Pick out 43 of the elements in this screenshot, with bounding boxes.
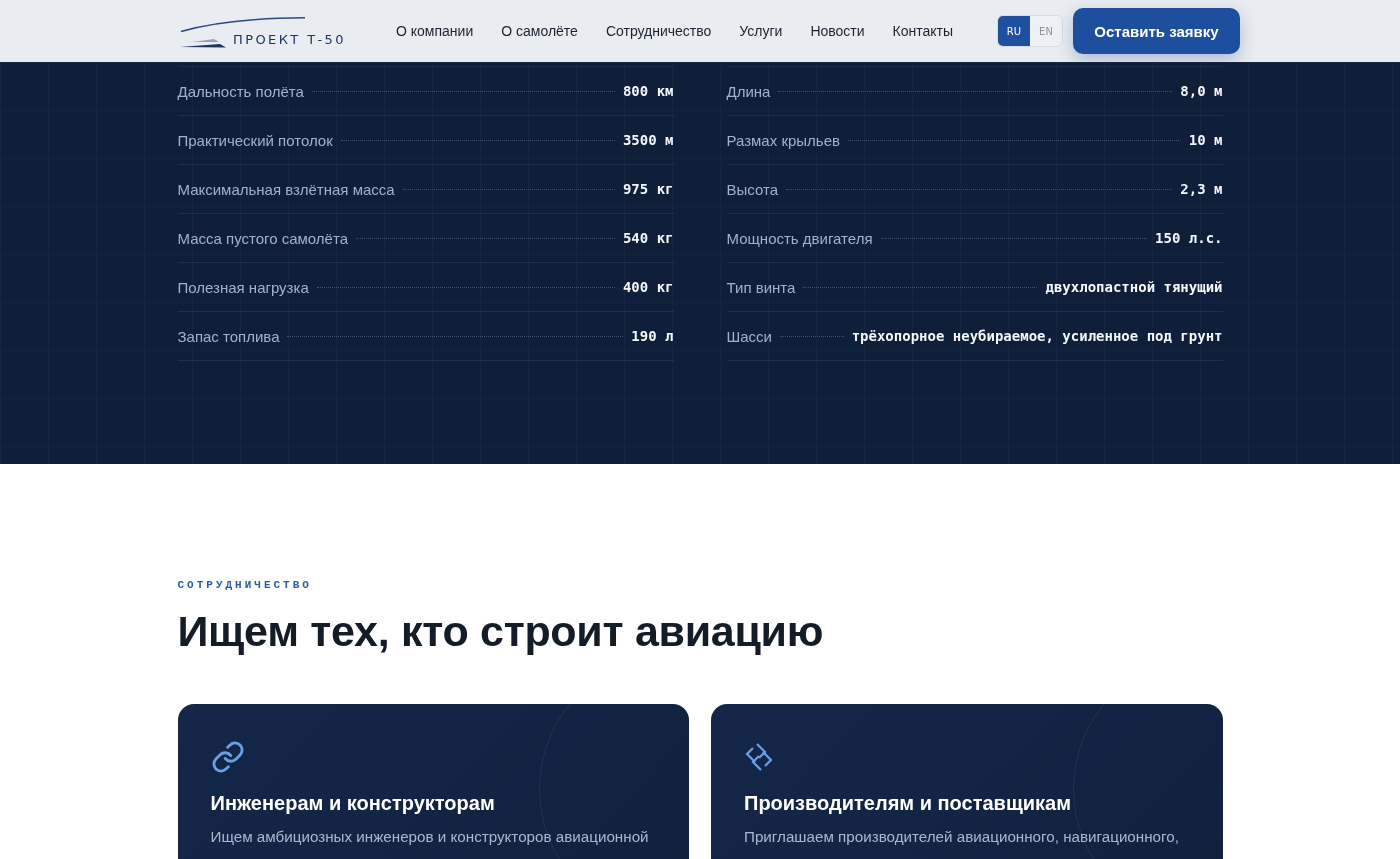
spec-label: Масса пустого самолёта (177, 229, 348, 247)
spec-value: 975 кг (622, 181, 674, 197)
spec-label: Тип винта (726, 278, 796, 296)
request-button[interactable]: Оставить заявку (1073, 8, 1240, 54)
spec-label: Размах крыльев (726, 131, 840, 149)
spec-label: Дальность полёта (177, 82, 304, 100)
spec-value: двухлопастной тянущий (1045, 279, 1223, 295)
leader-line (779, 335, 844, 337)
spec-label: Шасси (726, 327, 772, 345)
spec-value: 8,0 м (1180, 83, 1223, 99)
spec-value: 800 км (622, 83, 674, 99)
nav-link[interactable]: Сотрудничество (605, 23, 712, 39)
spec-label: Полезная нагрузка (177, 278, 309, 296)
spec-label: Практический потолок (177, 131, 333, 149)
spec-value: 190 л (631, 328, 674, 344)
spec-label: Запас топлива (177, 327, 280, 345)
spec-value: 540 кг (622, 230, 674, 246)
nav-link[interactable]: Новости (810, 23, 865, 39)
spec-label: Высота (726, 180, 778, 198)
section-eyebrow: СОТРУДНИЧЕСТВО (177, 578, 312, 592)
section-heading: Ищем тех, кто строит авиацию (177, 606, 824, 657)
card-title: Инженерам и конструкторам (210, 791, 495, 816)
logo-text: ПРОЕКТ Т-50 (233, 32, 347, 48)
spec-label: Максимальная взлётная масса (177, 180, 395, 198)
chain-link-icon (210, 740, 245, 774)
spec-value: 2,3 м (1180, 181, 1223, 197)
card-description: Приглашаем производителей авиационного, навигационного, (744, 827, 1179, 847)
spec-value: 400 кг (622, 279, 674, 295)
spec-value: 10 м (1188, 132, 1223, 148)
spec-value: 150 л.с. (1155, 230, 1223, 246)
spec-value: 3500 м (622, 132, 674, 148)
nav-link[interactable]: Услуги (739, 23, 783, 39)
card-title: Производителям и поставщикам (744, 791, 1071, 816)
spec-value: трёхопорное неубираемое, усиленное под грунт (851, 328, 1223, 344)
language-tab[interactable]: RU (998, 16, 1030, 46)
logo-swoosh-icon (180, 17, 306, 32)
nav-link[interactable]: О компании (396, 23, 474, 39)
card-description: Ищем амбициозных инженеров и конструкторов авиационной (210, 827, 649, 847)
interlocked-squares-icon (744, 742, 774, 772)
spec-label: Мощность двигателя (726, 229, 873, 247)
nav-link[interactable]: О самолёте (501, 23, 578, 39)
nav-link[interactable]: Контакты (892, 23, 954, 39)
spec-label: Длина (726, 82, 771, 100)
